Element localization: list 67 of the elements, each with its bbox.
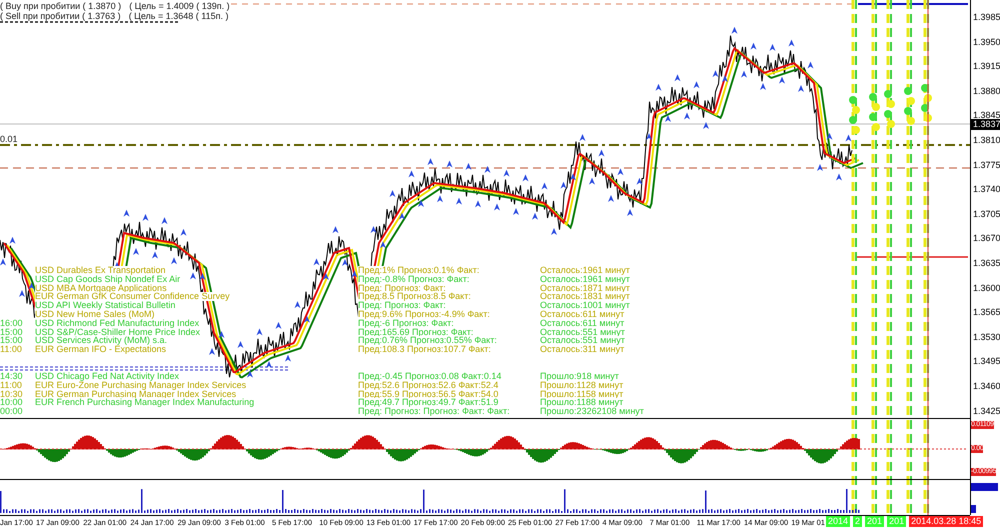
event-name: USD New Home Sales (MoM) [35,310,155,319]
event-name: USD Chicago Fed Nat Activity Index [35,372,180,381]
time-tag: 201 [865,516,884,527]
event-values: Пред:9.6% Прогноз:-4.9% Факт: [358,310,490,319]
event-countdown: Прошло:23262108 минут [540,407,644,416]
price-tick: 1.3600 [973,282,1000,293]
price-tick: 1.3425 [973,406,1000,416]
event-time: 14:30 [0,372,23,381]
price-tick: 1.3985 [973,12,1000,22]
price-tick: 1.3845 [973,110,1000,120]
event-values: Пред:108.3 Прогноз:107.7 Факт: [358,345,491,354]
signal-target: ( Цель = 1.3648 ( 115п. ) [128,11,228,21]
price-tick: 1.3775 [973,160,1000,170]
signal-target: ( Цель = 1.4009 ( 139п. ) [129,1,230,11]
event-countdown: Осталось:1831 минут [540,292,630,302]
event-values: Пред:-0.45 Прогноз:0.08 Факт:0.14 [358,372,502,381]
event-values: Пред:0.76% Прогноз:0.55% Факт: [358,336,497,346]
event-values: Пред:1% Прогноз:0.1% Факт: [358,266,480,275]
event-time: 00:00 [0,407,23,416]
event-countdown: Осталось:551 минут [540,336,625,346]
event-countdown: Осталось:611 минут [540,310,624,319]
event-values: Пред: Прогноз: Прогноз: Факт: Факт: [358,407,510,416]
price-tick: 1.3565 [973,307,1000,318]
event-countdown: Прошло:918 минут [540,372,619,381]
price-tick: 1.3740 [973,184,1000,194]
event-name: EUR German IFO - Expectations [35,345,166,354]
price-tick: 1.3915 [973,61,1000,72]
time-tag: 2014.03.28 18:45 [909,516,984,527]
event-time: 10:00 [0,398,23,408]
event-time: 11:00 [0,345,22,354]
volume-marker [971,505,976,513]
event-name: EUR French Purchasing Manager Index Manufacturing [35,398,254,408]
event-time: 15:00 [0,336,23,346]
event-name: USD Services Activity (MoM) s.a. [35,336,168,346]
event-name: EUR Euro-Zone Purchasing Manager Index Services [35,380,246,390]
time-tag: 2014 [826,516,850,527]
time-tag: 2 [853,516,862,527]
price-tick: 1.3880 [973,86,1000,96]
price-tick: 1.3530 [973,332,1000,342]
current-price-label: 1.3837 [971,119,1000,130]
event-name: USD API Weekly Statistical Bulletin [35,301,176,310]
price-tick: 1.3705 [973,208,1000,219]
event-name: USD Durables Ex Transportation [35,266,166,275]
event-countdown: Осталось:1001 минут [540,301,630,310]
price-tick: 1.3950 [973,36,1000,47]
event-values: Пред:49.7 Прогноз:49.7 Факт:51.9 [358,398,498,408]
event-time: 16:00 [0,318,23,328]
price-tick: 1.3670 [973,233,1000,244]
event-countdown: Осталось:311 минут [540,345,624,354]
signal-label: ( Sell при пробитии ( 1.3763 ) [0,11,121,21]
price-tick: 1.3495 [973,356,1000,366]
time-tag: 201 [887,516,906,527]
signal-label: ( Buy при пробитии ( 1.3870 ) [0,1,122,11]
event-name: EUR German GfK Consumer Confidence Survey [35,292,230,302]
event-values: Пред:165.69 Прогноз: Факт: [358,328,474,337]
event-countdown: Прошло:1128 минут [540,380,624,390]
event-name: USD Richmond Fed Manufacturing Index [35,318,200,328]
volume-label-box [971,483,998,491]
event-values: Пред: Прогноз: Факт: [358,301,446,310]
level-label: 0.01 [0,135,18,144]
event-name: USD Cap Goods Ship Nondef Ex Air [35,274,180,284]
event-values: Пред:8.5 Прогноз:8.5 Факт: [358,292,471,302]
price-tick: 1.3460 [973,381,1000,391]
price-tick: 1.3635 [973,258,1000,268]
price-tick: 1.3810 [973,135,1000,145]
event-countdown: Осталось:1961 минут [540,266,630,275]
event-countdown: Прошло:1188 минут [540,398,624,408]
